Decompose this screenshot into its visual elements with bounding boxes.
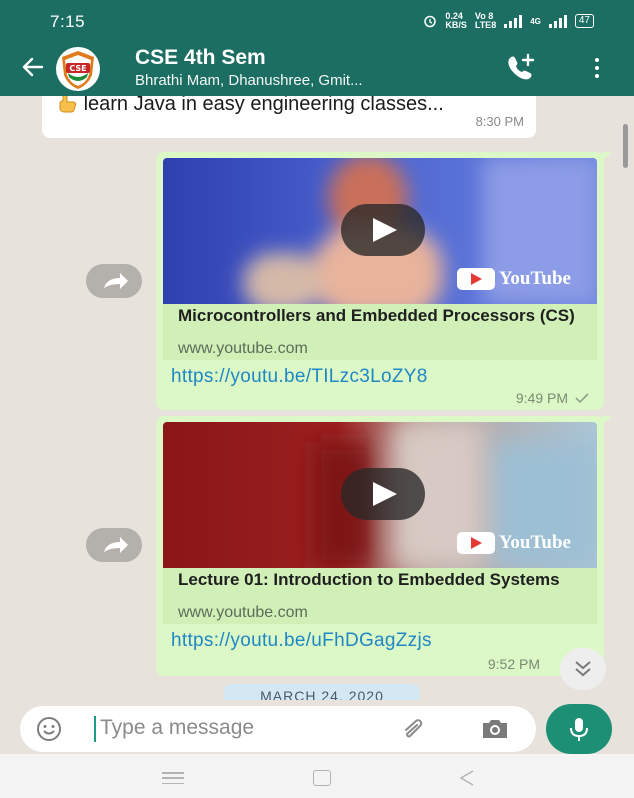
link-preview[interactable]: Microcontrollers and Embedded Processors… [163,304,597,360]
network-type: 4G [530,16,541,26]
message-time: 9:52 PM [487,656,540,672]
chat-title[interactable]: CSE 4th Sem [135,46,266,70]
chat-area[interactable]: learn Java in easy engineering classes..… [0,96,634,700]
recent-apps-icon[interactable] [162,772,184,784]
youtube-play-icon [456,268,495,290]
message-link[interactable]: https://youtu.be/uFhDGagZzjs [171,630,432,652]
single-tick-icon [575,393,589,404]
status-bar: 7:15 0.24 KB/S Vo 8 LTE8 4G 47 [0,0,634,40]
clock: 7:15 [50,12,86,31]
link-preview-domain: www.youtube.com [178,604,308,621]
attach-icon[interactable] [400,716,430,742]
signal-icon [504,14,523,28]
voice-message-button[interactable] [546,704,612,754]
alarm-icon [424,15,437,28]
scrollbar[interactable] [623,124,628,168]
group-avatar[interactable]: CSE [56,47,100,91]
chat-header: CSE CSE 4th Sem Bhrathi Mam, Dhanushree,… [0,40,634,96]
youtube-logo: YouTube [456,268,571,290]
play-icon[interactable] [341,204,425,256]
message-input[interactable]: Type a message [100,716,254,740]
video-thumbnail[interactable]: YouTube [163,422,597,568]
chat-participants[interactable]: Bhrathi Mam, Dhanushree, Gmit... [135,72,363,89]
message-text: learn Java in easy engineering classes..… [56,96,496,116]
add-call-icon[interactable] [504,52,538,82]
link-preview-domain: www.youtube.com [178,340,308,357]
youtube-play-icon [456,532,495,554]
nav-back-icon[interactable] [457,768,477,788]
message-time: 9:49 PM [516,390,590,406]
outgoing-link-message[interactable]: YouTube Microcontrollers and Embedded Pr… [156,152,612,410]
message-link[interactable]: https://youtu.be/TILzc3LoZY8 [171,366,428,388]
forward-button[interactable] [86,528,142,562]
link-preview-title: Lecture 01: Introduction to Embedded Sys… [178,570,560,589]
more-vert-icon[interactable] [588,53,606,83]
microphone-icon [570,718,588,741]
volte-indicator: Vo 8 LTE8 [474,11,497,30]
home-icon[interactable] [313,770,331,786]
status-icons: 0.24 KB/S Vo 8 LTE8 4G 47 [423,12,594,30]
date-divider: MARCH 24, 2020 [224,684,420,700]
share-arrow-icon [104,537,128,553]
back-arrow-icon[interactable] [20,54,46,80]
share-arrow-icon [104,273,128,289]
link-preview[interactable]: Lecture 01: Introduction to Embedded Sys… [163,568,597,624]
scroll-to-bottom-button[interactable] [560,648,606,690]
battery-icon: 47 [574,14,594,28]
system-nav-bar [0,754,634,798]
outgoing-link-message[interactable]: YouTube Lecture 01: Introduction to Embe… [156,416,612,676]
camera-icon[interactable] [480,717,510,741]
link-preview-title: Microcontrollers and Embedded Processors… [178,306,575,325]
pointing-hand-emoji-icon [59,96,77,113]
play-icon[interactable] [341,468,425,520]
video-thumbnail[interactable]: YouTube [163,158,597,304]
message-time: 8:30 PM [475,114,524,129]
incoming-message[interactable]: learn Java in easy engineering classes..… [42,96,536,138]
svg-text:CSE: CSE [69,64,86,73]
data-speed: 0.24 KB/S [445,11,467,30]
double-chevron-down-icon [575,661,591,677]
signal-2-icon [548,14,567,28]
emoji-icon[interactable] [36,716,62,742]
youtube-logo: YouTube [456,532,571,554]
text-cursor [94,716,96,742]
message-composer[interactable]: Type a message [20,706,536,752]
forward-button[interactable] [86,264,142,298]
